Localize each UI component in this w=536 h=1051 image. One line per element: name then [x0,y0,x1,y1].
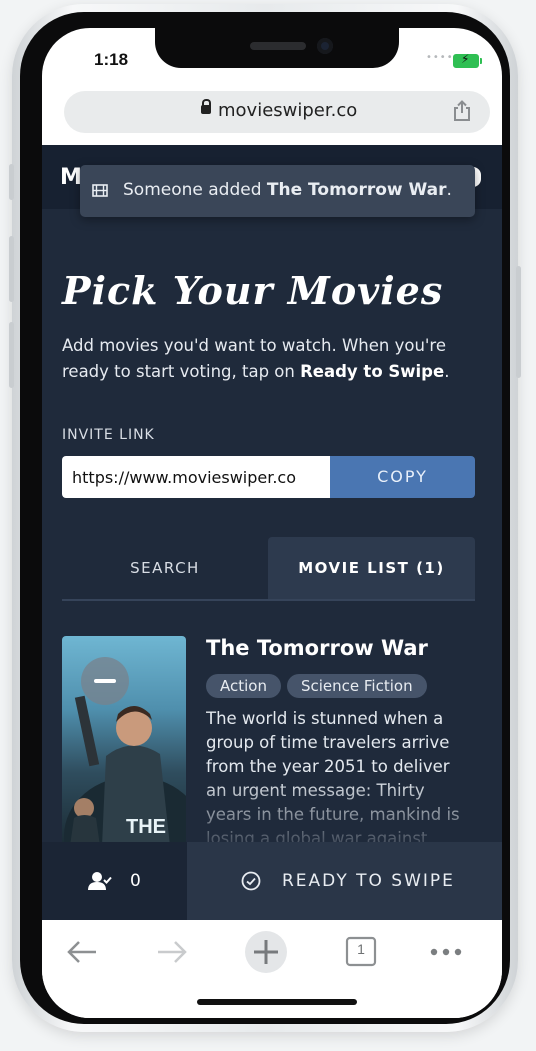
phone-bezel: 1:18 •••• ⚡ movieswiper.co M Someone add… [20,12,510,1024]
check-circle-icon [241,871,261,891]
intro-bold: Ready to Swipe [300,362,445,381]
movie-card: THE The Tomorrow War Action Science Ficti… [62,636,475,866]
ready-to-swipe-label: READY TO SWIPE [282,871,455,891]
side-button-volume-up [9,236,14,302]
front-camera [317,38,333,54]
genre-pill: Science Fiction [286,674,427,698]
side-button-silent [9,164,14,200]
browser-toolbar: 1 [42,920,502,1018]
speaker [250,42,306,50]
signal-dots-icon: •••• [426,52,454,63]
url-bar[interactable]: movieswiper.co [64,91,490,133]
notch [155,28,399,68]
charging-bolt-icon: ⚡ [461,52,470,66]
copy-button[interactable]: COPY [330,456,475,498]
home-indicator [197,999,357,1005]
more-icon[interactable] [424,930,468,974]
tab-count: 1 [357,941,365,957]
tab-bar: SEARCH MOVIE LIST (1) [62,537,475,601]
ready-to-swipe-button[interactable]: READY TO SWIPE [187,842,502,920]
users-check-icon [88,872,112,890]
plus-icon[interactable] [244,930,288,974]
header-title: M [60,165,82,190]
genre-list: Action Science Fiction [206,674,433,698]
status-time: 1:18 [94,50,129,69]
user-count: 0 [130,871,141,891]
side-button-volume-down [9,322,14,388]
invite-link-label: INVITE LINK [62,427,155,443]
remove-movie-button[interactable] [81,657,129,705]
poster-title-text: THE [126,816,166,838]
movie-poster: THE [62,636,186,846]
tab-movie-list[interactable]: MOVIE LIST (1) [268,537,475,599]
phone-screen: 1:18 •••• ⚡ movieswiper.co M Someone add… [42,28,502,1018]
users-section[interactable]: 0 [42,842,187,920]
film-icon [92,184,108,197]
url-text: movieswiper.co [218,100,358,121]
app-content: M Someone added The Tomorrow War. Pick Y… [42,145,502,920]
tabs-icon[interactable]: 1 [338,930,382,974]
toast-message: Someone added The Tomorrow War. [123,180,452,200]
intro-text: Add movies you'd want to watch. When you… [62,336,450,381]
back-arrow-icon[interactable] [60,930,104,974]
toast-movie-name: The Tomorrow War [266,180,447,200]
notification-toast: Someone added The Tomorrow War. [80,165,475,217]
movie-synopsis: The world is stunned when a group of tim… [206,709,460,847]
page-title: Pick Your Movies [62,268,444,313]
genre-pill: Action [206,674,281,698]
phone-frame: 1:18 •••• ⚡ movieswiper.co M Someone add… [9,4,521,1032]
bottom-action-bar: 0 READY TO SWIPE [42,842,502,920]
invite-link-input[interactable] [62,456,330,498]
battery-icon: ⚡ [453,52,482,68]
tab-search[interactable]: SEARCH [62,537,268,599]
forward-arrow-icon[interactable] [150,930,194,974]
lock-icon [201,99,211,114]
side-button-power [516,266,521,378]
movie-title: The Tomorrow War [206,636,428,660]
share-icon[interactable] [452,100,472,122]
